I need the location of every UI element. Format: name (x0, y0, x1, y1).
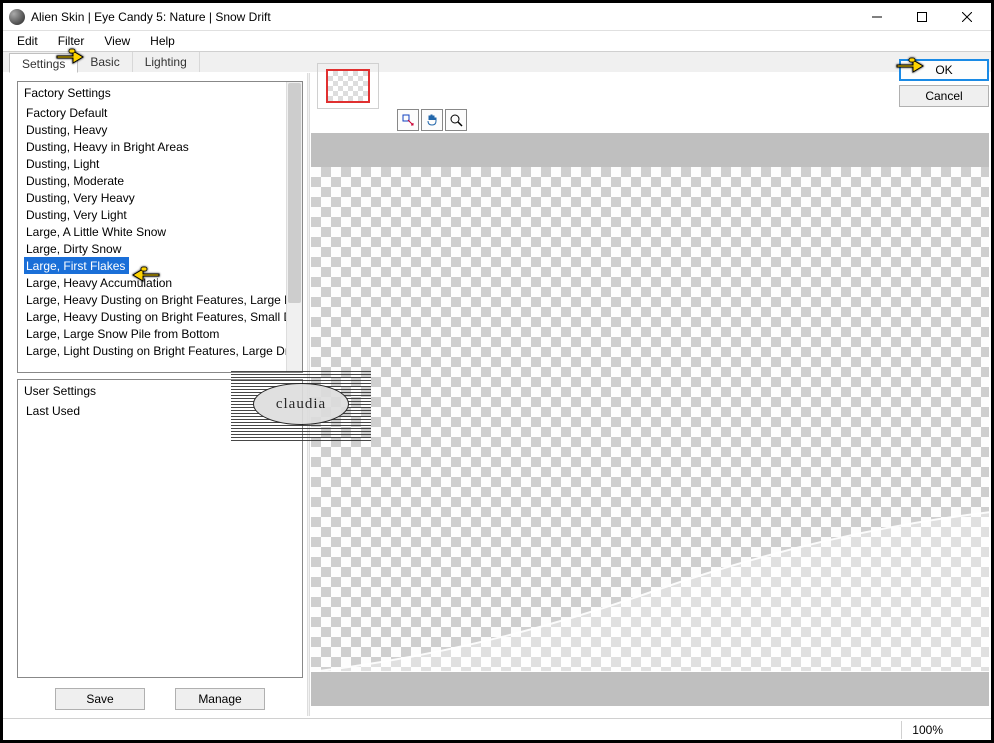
cancel-button[interactable]: Cancel (899, 85, 989, 107)
list-item[interactable]: Large, Large Snow Pile from Bottom (24, 325, 284, 342)
scrollbar[interactable] (286, 82, 302, 372)
hand-tool-icon[interactable] (421, 109, 443, 131)
zoom-level: 100% (901, 721, 973, 739)
right-panel: OK Cancel (309, 73, 991, 716)
move-tool-icon[interactable] (397, 109, 419, 131)
list-item[interactable]: Dusting, Heavy in Bright Areas (24, 138, 284, 155)
preview-canvas[interactable] (311, 133, 989, 706)
factory-settings-list[interactable]: Factory Settings Factory DefaultDusting,… (17, 81, 303, 373)
menu-view[interactable]: View (96, 32, 138, 50)
menubar: Edit Filter View Help (3, 31, 991, 51)
menu-help[interactable]: Help (142, 32, 183, 50)
save-button[interactable]: Save (55, 688, 145, 710)
list-item[interactable]: Factory Default (24, 104, 284, 121)
preview-thumbnail[interactable] (317, 63, 379, 109)
list-item[interactable]: Large, Dirty Snow (24, 240, 284, 257)
maximize-button[interactable] (899, 4, 944, 30)
tab-settings[interactable]: Settings (9, 53, 78, 73)
tool-icons (397, 109, 467, 131)
list-item[interactable]: Dusting, Light (24, 155, 284, 172)
thumbnail-zone (317, 63, 379, 109)
user-settings-header: User Settings (18, 380, 302, 402)
left-panel: Factory Settings Factory DefaultDusting,… (3, 73, 309, 716)
close-button[interactable] (944, 4, 989, 30)
zoom-tool-icon[interactable] (445, 109, 467, 131)
user-settings-list[interactable]: User Settings Last Used (17, 379, 303, 678)
tab-basic[interactable]: Basic (78, 52, 132, 72)
menu-edit[interactable]: Edit (9, 32, 46, 50)
thumbnail-selection-icon (326, 69, 370, 103)
list-item[interactable]: Large, Heavy Accumulation (24, 274, 284, 291)
list-item[interactable]: Dusting, Very Heavy (24, 189, 284, 206)
list-item[interactable]: Dusting, Moderate (24, 172, 284, 189)
tab-lighting[interactable]: Lighting (133, 52, 200, 72)
titlebar: Alien Skin | Eye Candy 5: Nature | Snow … (3, 3, 991, 31)
list-item[interactable]: Large, Heavy Dusting on Bright Features,… (24, 291, 284, 308)
tabrow: Settings Basic Lighting (3, 51, 991, 73)
list-item[interactable]: Large, First Flakes (24, 257, 129, 274)
action-buttons: OK Cancel (899, 59, 989, 107)
factory-settings-header: Factory Settings (18, 82, 302, 104)
list-item[interactable]: Large, Heavy Dusting on Bright Features,… (24, 308, 284, 325)
manage-button[interactable]: Manage (175, 688, 265, 710)
statusbar: 100% (3, 718, 991, 740)
main-area: Factory Settings Factory DefaultDusting,… (3, 73, 991, 716)
left-button-row: Save Manage (17, 688, 303, 710)
window-controls (854, 4, 989, 30)
transparency-checker (311, 167, 989, 672)
list-item[interactable]: Last Used (24, 402, 284, 419)
app-icon (9, 9, 25, 25)
window-title: Alien Skin | Eye Candy 5: Nature | Snow … (31, 10, 271, 24)
list-item[interactable]: Dusting, Very Light (24, 206, 284, 223)
minimize-button[interactable] (854, 4, 899, 30)
panel-divider[interactable] (307, 73, 310, 716)
list-item[interactable]: Large, A Little White Snow (24, 223, 284, 240)
scrollbar-thumb[interactable] (288, 83, 301, 303)
ok-button[interactable]: OK (899, 59, 989, 81)
list-item[interactable]: Large, Light Dusting on Bright Features,… (24, 342, 284, 359)
menu-filter[interactable]: Filter (50, 32, 93, 50)
list-item[interactable]: Dusting, Heavy (24, 121, 284, 138)
